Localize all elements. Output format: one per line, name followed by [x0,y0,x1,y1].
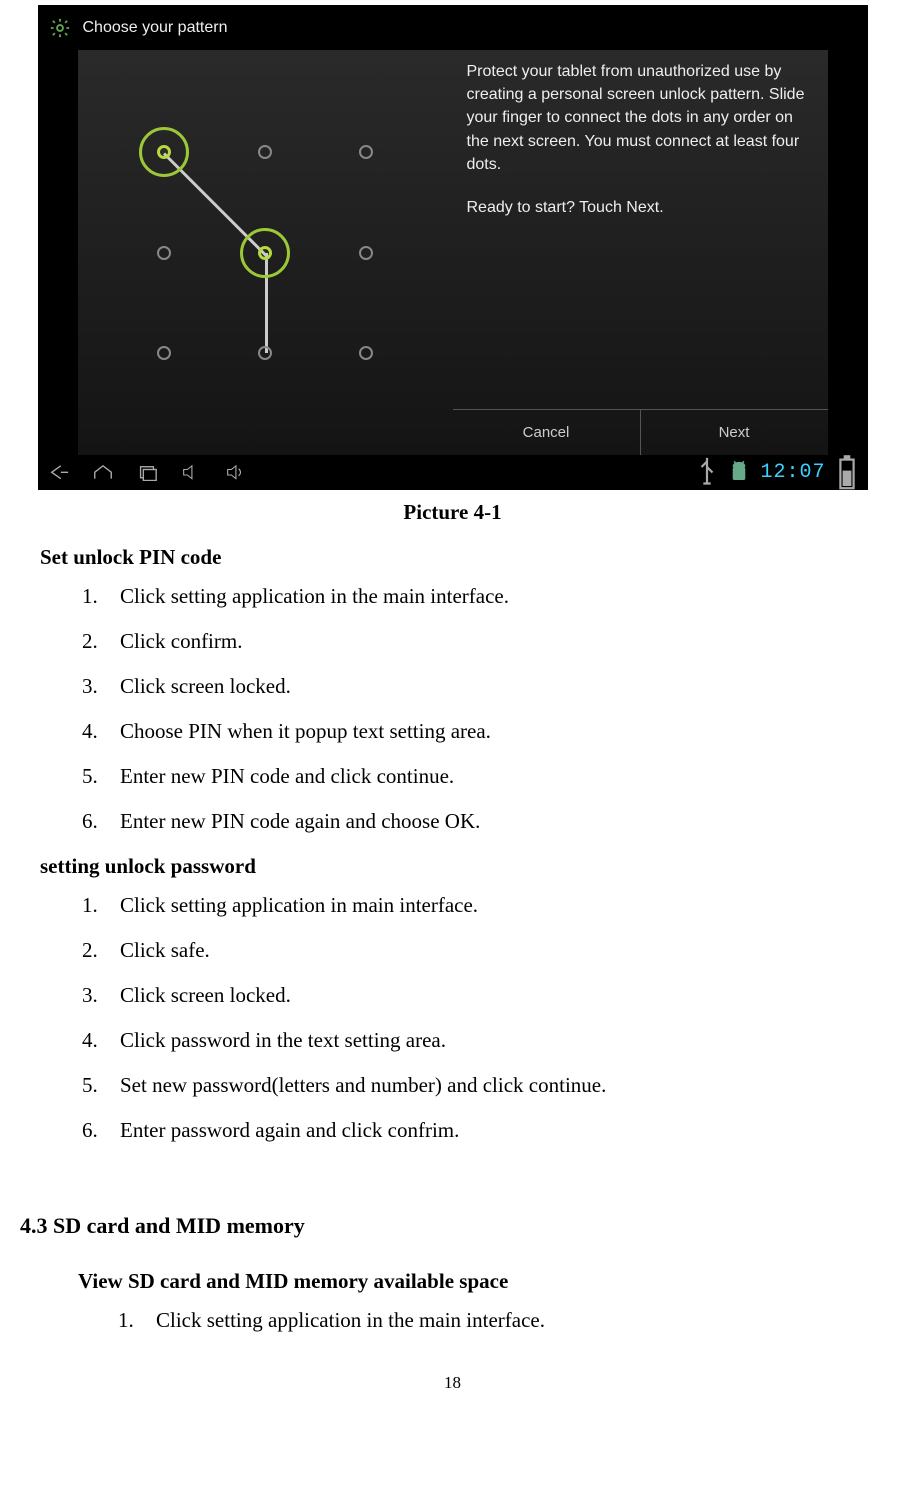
list-item: 3.Click screen locked. [82,674,885,699]
view-sd-steps: 1.Click setting application in the main … [118,1308,885,1333]
step-text: Enter password again and click confrim. [120,1118,459,1143]
section-4-3-heading: 4.3 SD card and MID memory [20,1213,885,1239]
screenshot-title: Choose your pattern [83,19,228,37]
navbar-clock: 12:07 [760,461,825,484]
list-item: 1.Click setting application in main inte… [82,893,885,918]
screenshot-header: Choose your pattern [38,5,868,50]
pattern-instructions: Protect your tablet from unauthorized us… [467,60,814,219]
screenshot-body: Protect your tablet from unauthorized us… [78,50,828,455]
list-item: 5.Enter new PIN code and click continue. [82,764,885,789]
usb-icon [696,464,718,482]
page-number: 18 [20,1373,885,1393]
recent-icon[interactable] [136,464,158,482]
step-text: Click screen locked. [120,983,291,1008]
android-icon [728,464,750,482]
navbar-right: 12:07 [696,461,857,484]
pattern-dot[interactable] [258,246,272,260]
android-screenshot: Choose your pattern Protect your [38,5,868,490]
list-item: 1.Click setting application in the main … [82,584,885,609]
step-text: Enter new PIN code and click continue. [120,764,454,789]
gear-icon [48,15,73,40]
pattern-dot[interactable] [359,346,373,360]
home-icon[interactable] [92,464,114,482]
password-heading: setting unlock password [40,854,885,879]
list-item: 2.Click confirm. [82,629,885,654]
pin-steps: 1.Click setting application in the main … [82,584,885,834]
button-row: Cancel Next [453,409,828,455]
step-text: Enter new PIN code again and choose OK. [120,809,480,834]
pattern-dot[interactable] [157,246,171,260]
pattern-dot[interactable] [157,346,171,360]
list-item: 1.Click setting application in the main … [118,1308,885,1333]
list-item: 4.Choose PIN when it popup text setting … [82,719,885,744]
figure-caption: Picture 4-1 [20,500,885,525]
pattern-dot[interactable] [359,145,373,159]
pin-heading: Set unlock PIN code [40,545,885,570]
ready-text: Ready to start? Touch Next. [467,196,814,219]
pattern-dot[interactable] [258,346,272,360]
step-text: Click password in the text setting area. [120,1028,446,1053]
view-sd-heading: View SD card and MID memory available sp… [78,1269,885,1294]
pattern-dot[interactable] [157,145,171,159]
pattern-area[interactable] [78,50,453,455]
step-text: Click setting application in the main in… [120,584,509,609]
list-item: 5.Set new password(letters and number) a… [82,1073,885,1098]
instructions-text: Protect your tablet from unauthorized us… [467,63,805,173]
pattern-dot[interactable] [258,145,272,159]
pattern-dot[interactable] [359,246,373,260]
battery-icon [836,464,858,482]
list-item: 3.Click screen locked. [82,983,885,1008]
pattern-dot-grid [125,113,405,393]
cancel-button[interactable]: Cancel [453,410,640,455]
volume-down-icon[interactable] [180,464,202,482]
back-icon[interactable] [48,464,70,482]
volume-up-icon[interactable] [224,464,246,482]
android-navbar: 12:07 [38,455,868,490]
step-text: Choose PIN when it popup text setting ar… [120,719,491,744]
list-item: 2.Click safe. [82,938,885,963]
list-item: 4.Click password in the text setting are… [82,1028,885,1053]
next-button[interactable]: Next [640,410,828,455]
step-text: Click screen locked. [120,674,291,699]
navbar-left [48,464,246,482]
step-text: Click safe. [120,938,210,963]
password-steps: 1.Click setting application in main inte… [82,893,885,1143]
step-text: Click setting application in the main in… [156,1308,545,1333]
step-text: Set new password(letters and number) and… [120,1073,606,1098]
list-item: 6.Enter password again and click confrim… [82,1118,885,1143]
step-text: Click confirm. [120,629,242,654]
info-area: Protect your tablet from unauthorized us… [453,50,828,455]
step-text: Click setting application in main interf… [120,893,478,918]
list-item: 6.Enter new PIN code again and choose OK… [82,809,885,834]
